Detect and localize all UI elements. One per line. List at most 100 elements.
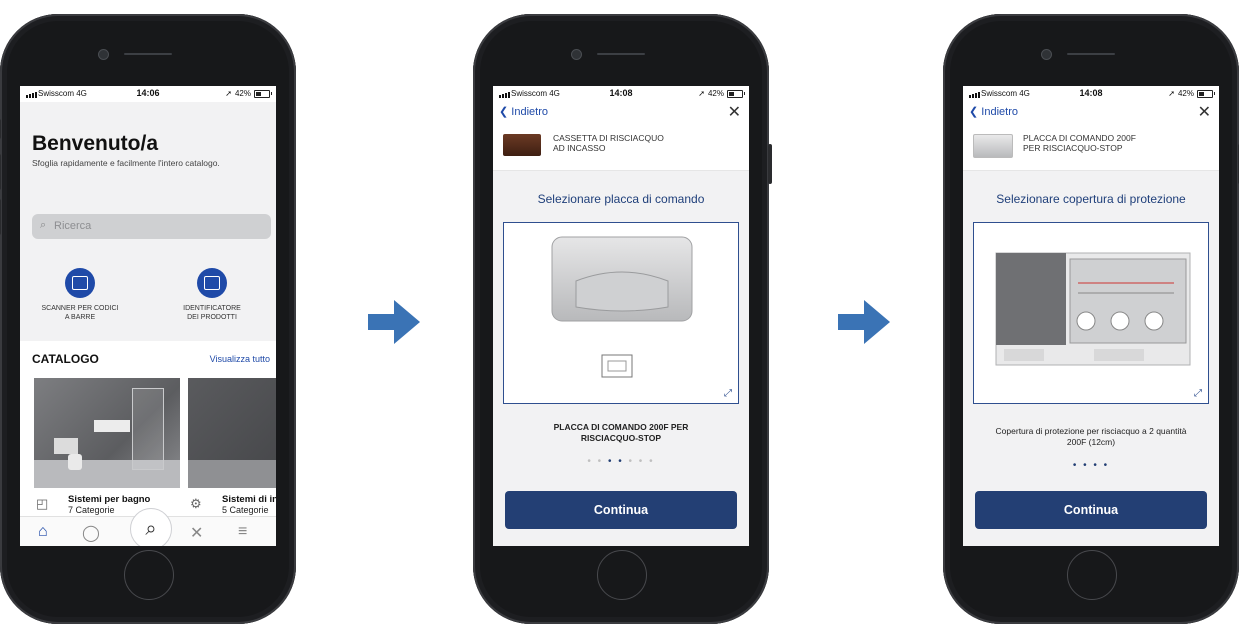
pagination-dots[interactable]: • • • • [963,460,1219,471]
search-placeholder: Ricerca [54,220,92,232]
product-caption: PLACCA DI COMANDO 200F PER RISCIACQUO-ST… [503,422,739,444]
catalog-title: CATALOGO [32,352,99,366]
arrow-right-icon [838,300,890,344]
expand-icon[interactable]: ⤢ [724,388,732,399]
feature-label-line1: SCANNER PER CODICI [41,305,119,312]
user-icon[interactable]: ◯ [82,523,100,543]
page-subtitle: Sfoglia rapidamente e facilmente l'inter… [32,158,220,168]
caption-line1: PLACCA DI COMANDO 200F PER [553,422,689,432]
camera-icon [1041,49,1052,60]
close-icon[interactable]: ✕ [1198,102,1211,122]
side-button [0,199,1,235]
continue-button[interactable]: Continua [975,491,1207,529]
nav-bar: ❮ Indietro ✕ [963,102,1219,122]
battery-icon [254,89,272,98]
phone-protection-cover: Swisscom 4G 14:08 ➚ 42% ❮ Indietro ✕ PLAC… [943,14,1239,624]
barcode-scanner-button[interactable]: SCANNER PER CODICI A BARRE [40,268,120,322]
search-fab-button[interactable]: ⌕ [130,508,172,546]
card-title: Sistemi per bagno [68,494,151,505]
view-all-link[interactable]: Visualizza tutto [210,354,270,364]
caption-line2: 200F (12cm) [1066,437,1116,447]
battery-label: 42% [234,89,251,98]
location-icon: ➚ [698,89,705,98]
search-icon: ⌕ [145,517,157,540]
search-icon: ⌕ [40,219,47,231]
product-name-line1: CASSETTA DI RISCIACQUO [553,133,664,143]
chevron-left-icon: ❮ [969,106,979,118]
selected-product: PLACCA DI COMANDO 200F PER RISCIACQUO-ST… [963,124,1219,171]
chevron-left-icon: ❮ [499,106,509,118]
back-button[interactable]: ❮ Indietro [969,105,1018,118]
continue-button[interactable]: Continua [505,491,737,529]
phone-flush-plate: Swisscom 4G 14:08 ➚ 42% ❮ Indietro ✕ CASS… [473,14,772,624]
barcode-icon [65,268,95,298]
feature-label-line1: IDENTIFICATORE [183,305,241,312]
battery-label: 42% [707,89,724,98]
product-identifier-button[interactable]: IDENTIFICATORE DEI PRODOTTI [174,268,250,322]
protection-cover-image [995,252,1191,366]
back-button[interactable]: ❮ Indietro [499,105,548,118]
side-button [0,119,1,139]
location-icon: ➚ [1168,89,1175,98]
product-caption: Copertura di protezione per risciacquo a… [973,426,1209,448]
flush-plate-image [551,236,693,378]
search-input[interactable]: ⌕ Ricerca [32,214,271,239]
section-title: Selezionare copertura di protezione [996,192,1186,206]
speaker [124,53,172,55]
battery-icon [727,89,745,98]
product-name: PLACCA DI COMANDO 200F PER RISCIACQUO-ST… [1023,133,1136,153]
status-bar: Swisscom 4G 14:06 ➚ 42% [20,86,276,102]
feature-label-line2: DEI PRODOTTI [187,314,237,321]
camera-identify-icon [197,268,227,298]
home-button[interactable] [124,550,174,600]
menu-icon[interactable]: ≡ [238,523,247,541]
tools-icon[interactable]: ✕ [190,523,203,543]
location-icon: ➚ [225,89,232,98]
selected-product: CASSETTA DI RISCIACQUO AD INCASSO [493,124,749,171]
card-title: Sistemi di ins [222,494,276,505]
installation-icon: ⚙ [190,496,202,511]
catalog-card-installation[interactable] [188,378,276,488]
pagination-dots[interactable]: • • • • • • • [493,456,749,467]
feature-label-line2: A BARRE [64,314,96,321]
back-label: Indietro [511,106,548,118]
screen-home: Swisscom 4G 14:06 ➚ 42% Benvenuto/a Sfogl… [20,86,276,546]
expand-icon[interactable]: ⤢ [1194,388,1202,399]
battery-label: 42% [1177,89,1194,98]
product-name-line2: PER RISCIACQUO-STOP [1023,143,1123,153]
speaker [1067,53,1115,55]
home-icon[interactable]: ⌂ [38,523,48,541]
screen-flush-plate: Swisscom 4G 14:08 ➚ 42% ❮ Indietro ✕ CASS… [493,86,749,546]
status-bar: Swisscom 4G 14:08 ➚ 42% [963,86,1219,102]
camera-icon [98,49,109,60]
card-subtitle: 7 Categorie [68,505,115,515]
screen-protection-cover: Swisscom 4G 14:08 ➚ 42% ❮ Indietro ✕ PLAC… [963,86,1219,546]
product-thumbnail [503,134,541,156]
back-label: Indietro [981,106,1018,118]
status-bar: Swisscom 4G 14:08 ➚ 42% [493,86,749,102]
side-button [0,154,1,190]
product-image-frame[interactable]: ⤢ [973,222,1209,404]
card-subtitle: 5 Categorie [222,505,269,515]
section-title: Selezionare placca di comando [537,192,705,206]
camera-icon [571,49,582,60]
close-icon[interactable]: ✕ [728,102,741,122]
product-thumbnail [973,134,1013,158]
side-button [768,144,772,184]
arrow-right-icon [368,300,420,344]
home-button[interactable] [1067,550,1117,600]
catalog-card-bathroom[interactable] [34,378,180,488]
battery-icon [1197,89,1215,98]
product-name: CASSETTA DI RISCIACQUO AD INCASSO [553,133,664,153]
header [20,102,276,210]
page-title: Benvenuto/a [32,132,159,155]
card-label: Sistemi di ins 5 Categorie [222,494,276,515]
product-image-frame[interactable]: ⤢ [503,222,739,404]
caption-line2: RISCIACQUO-STOP [580,433,662,443]
phone-home: Swisscom 4G 14:06 ➚ 42% Benvenuto/a Sfogl… [0,14,296,624]
home-button[interactable] [597,550,647,600]
speaker [597,53,645,55]
bathroom-icon: ◰ [36,496,49,511]
caption-line1: Copertura di protezione per risciacquo a… [995,426,1187,436]
nav-bar: ❮ Indietro ✕ [493,102,749,122]
